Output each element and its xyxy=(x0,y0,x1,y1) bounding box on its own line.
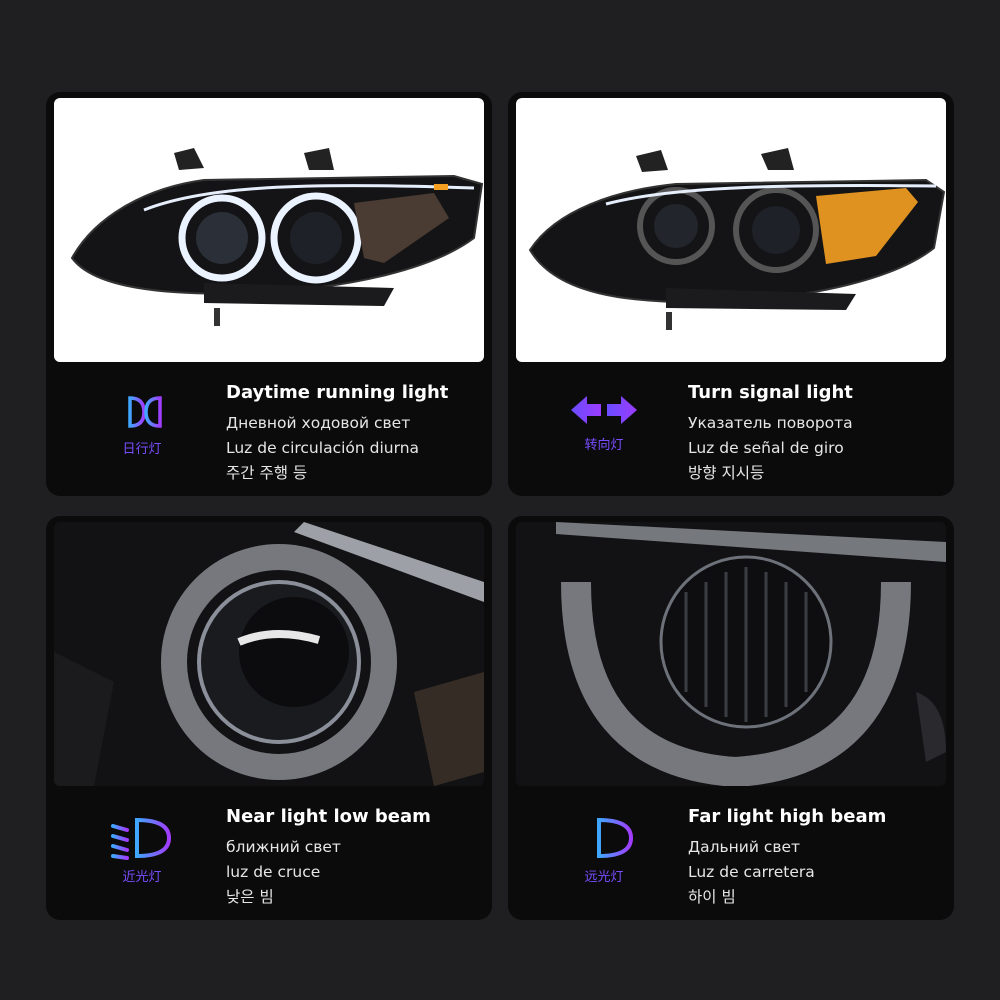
feature-title: Daytime running light xyxy=(226,382,449,403)
feature-line-ru: Дальний свет xyxy=(688,838,801,856)
feature-line-es: Luz de circulación diurna xyxy=(226,439,420,457)
icon-caption: 日行灯 xyxy=(122,442,162,457)
headlight-photo-turn-signal xyxy=(516,98,946,362)
feature-info-high-beam: 远光灯 Far light high beam Дальний свет Luz… xyxy=(508,792,954,920)
lens-closeup-high-beam xyxy=(516,522,946,786)
feature-info-turn-signal: 转向灯 Turn signal light Указатель поворота… xyxy=(508,368,954,496)
feature-line-ru: ближний свет xyxy=(226,838,341,856)
feature-line-ru: Указатель поворота xyxy=(688,414,853,432)
lens-closeup-low-beam xyxy=(54,522,484,786)
turn-signal-arrows-icon: 转向灯 xyxy=(556,392,652,472)
feature-title: Turn signal light xyxy=(688,382,853,403)
feature-line-ko: 낮은 빔 xyxy=(226,888,274,906)
headlight-photo-drl xyxy=(54,98,484,362)
feature-title: Near light low beam xyxy=(226,806,431,827)
feature-card-high-beam: 远光灯 Far light high beam Дальний свет Luz… xyxy=(508,516,954,920)
feature-line-ko: 하이 빔 xyxy=(688,888,736,906)
feature-line-es: luz de cruce xyxy=(226,863,321,881)
feature-info-daytime: 日行灯 Daytime running light Дневной ходово… xyxy=(46,368,492,496)
feature-texts: Near light low beam ближний свет luz de … xyxy=(226,806,431,910)
low-beam-icon: 近光灯 xyxy=(94,816,190,896)
feature-line-ru: Дневной ходовой свет xyxy=(226,414,411,432)
feature-line-ko: 방향 지시등 xyxy=(688,464,765,482)
feature-info-low-beam: 近光灯 Near light low beam ближний свет luz… xyxy=(46,792,492,920)
icon-caption: 近光灯 xyxy=(122,870,162,885)
daytime-running-light-icon: 日行灯 xyxy=(94,392,190,472)
feature-texts: Daytime running light Дневной ходовой св… xyxy=(226,382,448,486)
icon-caption: 转向灯 xyxy=(584,438,624,453)
high-beam-icon: 远光灯 xyxy=(556,816,652,896)
feature-card-turn-signal: 转向灯 Turn signal light Указатель поворота… xyxy=(508,92,954,496)
feature-card-daytime-running-light: 日行灯 Daytime running light Дневной ходово… xyxy=(46,92,492,496)
feature-title: Far light high beam xyxy=(688,806,887,827)
feature-line-es: Luz de señal de giro xyxy=(688,439,844,457)
feature-card-low-beam: 近光灯 Near light low beam ближний свет luz… xyxy=(46,516,492,920)
feature-texts: Turn signal light Указатель поворота Luz… xyxy=(688,382,853,486)
feature-line-ko: 주간 주행 등 xyxy=(226,464,308,482)
icon-caption: 远光灯 xyxy=(584,870,624,885)
feature-texts: Far light high beam Дальний свет Luz de … xyxy=(688,806,886,910)
feature-line-es: Luz de carretera xyxy=(688,863,815,881)
